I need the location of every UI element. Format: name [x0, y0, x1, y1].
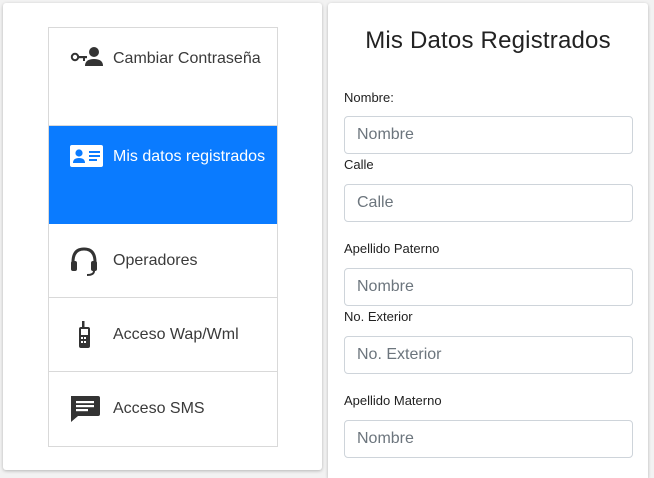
menu-row: Acceso Wap/Wml	[69, 298, 239, 371]
menu-item-label: Acceso Wap/Wml	[113, 325, 239, 343]
message-icon	[69, 394, 105, 424]
menu-item-acceso-wap[interactable]: Acceso Wap/Wml	[49, 298, 277, 372]
apellido-materno-label: Apellido Materno	[344, 393, 442, 408]
nombre-label: Nombre:	[344, 90, 394, 105]
apellido-paterno-input[interactable]	[344, 268, 633, 306]
no-exterior-label: No. Exterior	[344, 309, 413, 324]
headset-icon	[69, 246, 105, 276]
menu-item-label: Operadores	[113, 251, 198, 269]
sidebar-card: Cambiar Contraseña Mis datos registrados	[3, 3, 322, 470]
apellido-materno-input[interactable]	[344, 420, 633, 458]
nombre-input[interactable]	[344, 116, 633, 154]
apellido-paterno-label: Apellido Paterno	[344, 241, 440, 256]
menu-item-label: Mis datos registrados	[113, 148, 266, 165]
menu-item-cambiar-contrasena[interactable]: Cambiar Contraseña	[49, 28, 277, 126]
menu-row: Acceso SMS	[69, 372, 205, 446]
menu-item-acceso-sms[interactable]: Acceso SMS	[49, 372, 277, 446]
sidebar-menu: Cambiar Contraseña Mis datos registrados	[48, 27, 278, 447]
form-card: Mis Datos Registrados Nombre: Calle Apel…	[328, 3, 648, 478]
calle-input[interactable]	[344, 184, 633, 222]
key-user-icon	[69, 44, 105, 74]
menu-item-label: Acceso SMS	[113, 400, 205, 417]
no-exterior-input[interactable]	[344, 336, 633, 374]
id-card-icon	[69, 142, 105, 172]
cell-phone-icon	[69, 320, 105, 350]
menu-row: Operadores	[69, 224, 198, 297]
page: Cambiar Contraseña Mis datos registrados	[0, 0, 654, 478]
menu-item-label: Cambiar Contraseña	[113, 50, 261, 67]
menu-item-mis-datos[interactable]: Mis datos registrados	[49, 126, 277, 224]
calle-label: Calle	[344, 157, 374, 172]
menu-item-operadores[interactable]: Operadores	[49, 224, 277, 298]
page-title: Mis Datos Registrados	[365, 27, 611, 54]
